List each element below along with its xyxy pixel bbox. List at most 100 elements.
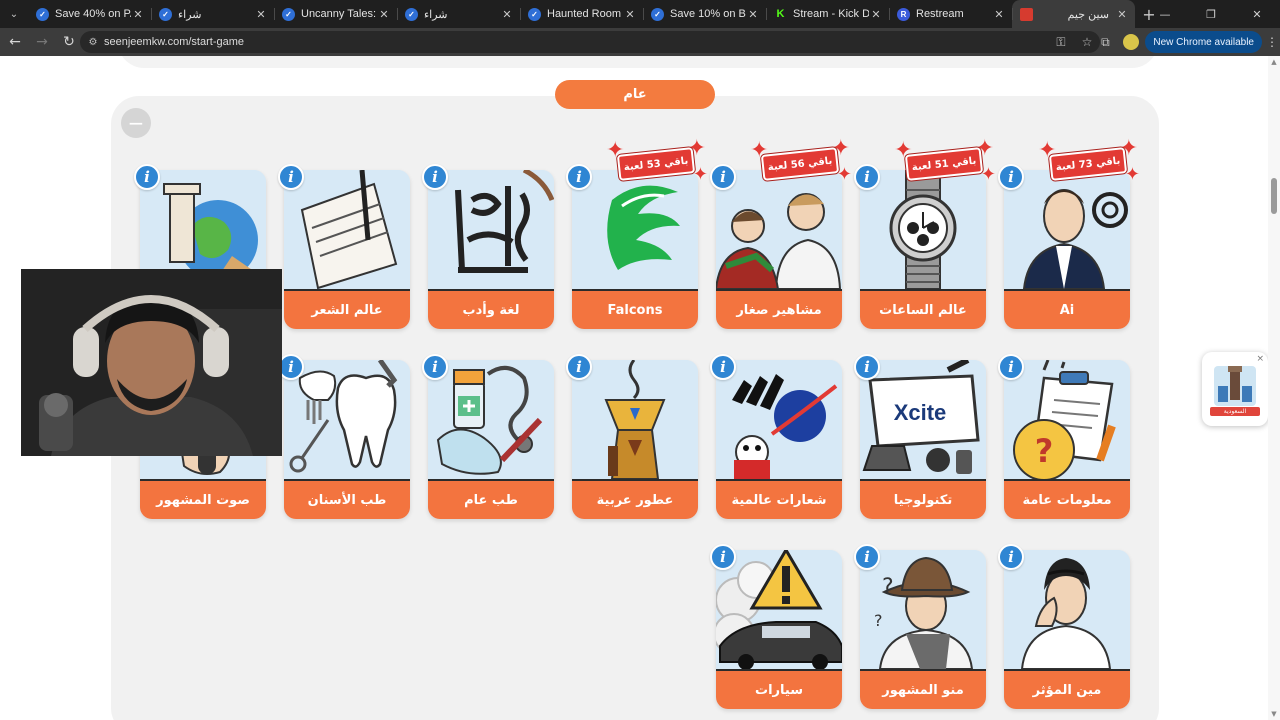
- close-tab-icon[interactable]: ✕: [869, 8, 883, 21]
- category-card[interactable]: عطور عربية: [572, 360, 698, 519]
- category-card[interactable]: طب عام: [428, 360, 554, 519]
- category-label: طب الأسنان: [284, 479, 410, 519]
- site-info-icon[interactable]: ⚙: [82, 37, 104, 48]
- category-label: مشاهير صغار: [716, 289, 842, 329]
- sparkle-icon: ✦: [692, 164, 708, 185]
- category-card[interactable]: Falcons: [572, 170, 698, 329]
- kick-icon: K: [774, 7, 787, 21]
- browser-tab[interactable]: K Stream - Kick Dashbo✕: [766, 0, 889, 28]
- check-badge-icon: ✓: [282, 7, 295, 21]
- info-icon[interactable]: i: [422, 354, 448, 380]
- close-tab-icon[interactable]: ✕: [254, 8, 268, 21]
- scroll-down-icon[interactable]: ▼: [1270, 710, 1278, 718]
- info-icon[interactable]: i: [134, 164, 160, 190]
- category-card[interactable]: سيارات: [716, 550, 842, 709]
- info-icon[interactable]: i: [998, 164, 1024, 190]
- collapse-section-button[interactable]: −: [121, 108, 151, 138]
- tab-title: Save 40% on PARANO: [55, 8, 131, 20]
- restore-icon[interactable]: ❐: [1188, 0, 1234, 28]
- arabic-calligraphy-illustration: [428, 170, 554, 289]
- close-tab-icon[interactable]: ✕: [1115, 8, 1129, 21]
- info-icon[interactable]: i: [566, 164, 592, 190]
- browser-tab[interactable]: ✓ Save 40% on PARANO✕: [28, 0, 151, 28]
- chrome-menu-icon[interactable]: ⋮: [1264, 35, 1280, 49]
- password-key-icon[interactable]: ⚿: [1048, 35, 1074, 50]
- category-label: عالم الساعات: [860, 289, 986, 329]
- info-icon[interactable]: i: [566, 354, 592, 380]
- info-icon[interactable]: i: [854, 354, 880, 380]
- category-card[interactable]: مشاهير صغار: [716, 170, 842, 329]
- info-icon[interactable]: i: [422, 164, 448, 190]
- sparkle-icon: ✦: [836, 164, 852, 185]
- section-title-pill[interactable]: عام: [555, 80, 715, 109]
- close-tab-icon[interactable]: ✕: [623, 8, 637, 21]
- floating-saudi-widget[interactable]: × السعودية: [1202, 352, 1268, 426]
- info-icon[interactable]: i: [710, 544, 736, 570]
- browser-tab[interactable]: ✓ Save 10% on Baby St✕: [643, 0, 766, 28]
- info-icon[interactable]: i: [998, 354, 1024, 380]
- forward-arrow-icon[interactable]: →: [30, 30, 54, 54]
- close-tab-icon[interactable]: ✕: [746, 8, 760, 21]
- browser-tab[interactable]: ✓ Uncanny Tales: 1992✕: [274, 0, 397, 28]
- scroll-up-icon[interactable]: ▲: [1270, 58, 1278, 66]
- fedora-mystery-illustration: ??: [860, 550, 986, 670]
- remaining-games-text: باقي 56 لعبة: [760, 147, 840, 181]
- tab-title: Uncanny Tales: 1992: [301, 8, 377, 20]
- extensions-puzzle-icon[interactable]: ⧉: [1093, 35, 1117, 50]
- page-content: عام − i عالم الشعر i لغة وأدب i Falcons i ✦ ✦ ✦ با…: [0, 56, 1280, 720]
- browser-tab[interactable]: سين جيم ✕: [1012, 0, 1135, 28]
- category-label: سيارات: [716, 669, 842, 709]
- info-icon[interactable]: i: [854, 164, 880, 190]
- widget-close-icon[interactable]: ×: [1256, 354, 1264, 364]
- page-scrollbar[interactable]: ▲ ▼: [1268, 56, 1280, 720]
- reload-icon[interactable]: ↻: [57, 30, 81, 54]
- category-card[interactable]: عالم الشعر: [284, 170, 410, 329]
- remaining-games-text: باقي 73 لعبة: [1048, 147, 1128, 181]
- info-icon[interactable]: i: [710, 164, 736, 190]
- tab-title: Restream: [916, 8, 964, 20]
- car-warning-illustration: [716, 550, 842, 670]
- tab-search-chevron-icon[interactable]: ⌄: [0, 0, 28, 28]
- influencer-illustration: [1004, 550, 1130, 670]
- minimize-icon[interactable]: —: [1142, 0, 1188, 28]
- tab-title: Save 10% on Baby St: [670, 8, 746, 20]
- close-tab-icon[interactable]: ✕: [377, 8, 391, 21]
- close-tab-icon[interactable]: ✕: [500, 8, 514, 21]
- close-tab-icon[interactable]: ✕: [992, 8, 1006, 21]
- category-card[interactable]: شعارات عالمية: [716, 360, 842, 519]
- category-card[interactable]: لغة وأدب: [428, 170, 554, 329]
- category-label: طب عام: [428, 479, 554, 519]
- new-chrome-available-button[interactable]: New Chrome available: [1145, 31, 1262, 53]
- incense-burner-illustration: [572, 360, 698, 480]
- address-bar[interactable]: ⚙ seenjeemkw.com/start-game ⚿ ☆: [80, 31, 1100, 53]
- close-tab-icon[interactable]: ✕: [131, 8, 145, 21]
- remaining-games-badge: ✦ ✦ ✦ باقي 51 لعبة: [894, 138, 996, 188]
- tab-title: سين جيم: [1067, 8, 1109, 21]
- info-icon[interactable]: i: [854, 544, 880, 570]
- browser-tab[interactable]: ✓ Haunted Room : 205✕: [520, 0, 643, 28]
- browser-tab[interactable]: ✓ شراء ✕: [151, 0, 274, 28]
- back-arrow-icon[interactable]: ←: [3, 30, 27, 54]
- seenjeem-icon: [1020, 7, 1033, 21]
- profile-avatar[interactable]: [1123, 34, 1140, 50]
- category-card[interactable]: ? معلومات عامة: [1004, 360, 1130, 519]
- browser-tab[interactable]: R Restream ✕: [889, 0, 1012, 28]
- category-label: معلومات عامة: [1004, 479, 1130, 519]
- webcam-overlay: [21, 269, 282, 456]
- svg-text:?: ?: [1035, 432, 1054, 470]
- info-icon[interactable]: i: [998, 544, 1024, 570]
- category-card[interactable]: Ai: [1004, 170, 1130, 329]
- scrollbar-thumb[interactable]: [1271, 178, 1277, 214]
- info-icon[interactable]: i: [710, 354, 736, 380]
- category-card[interactable]: ?? منو المشهور: [860, 550, 986, 709]
- info-icon[interactable]: i: [278, 164, 304, 190]
- category-card[interactable]: عالم الساعات: [860, 170, 986, 329]
- category-card[interactable]: طب الأسنان: [284, 360, 410, 519]
- remaining-games-badge: ✦ ✦ ✦ باقي 73 لعبة: [1038, 138, 1140, 188]
- browser-tab[interactable]: ✓ شراء ✕: [397, 0, 520, 28]
- xcite-brand-text: Xcite: [894, 400, 947, 425]
- url-text[interactable]: seenjeemkw.com/start-game: [104, 36, 1048, 48]
- close-window-icon[interactable]: ✕: [1234, 0, 1280, 28]
- category-card[interactable]: Xcite تكنولوجيا: [860, 360, 986, 519]
- category-card[interactable]: مين المؤثر: [1004, 550, 1130, 709]
